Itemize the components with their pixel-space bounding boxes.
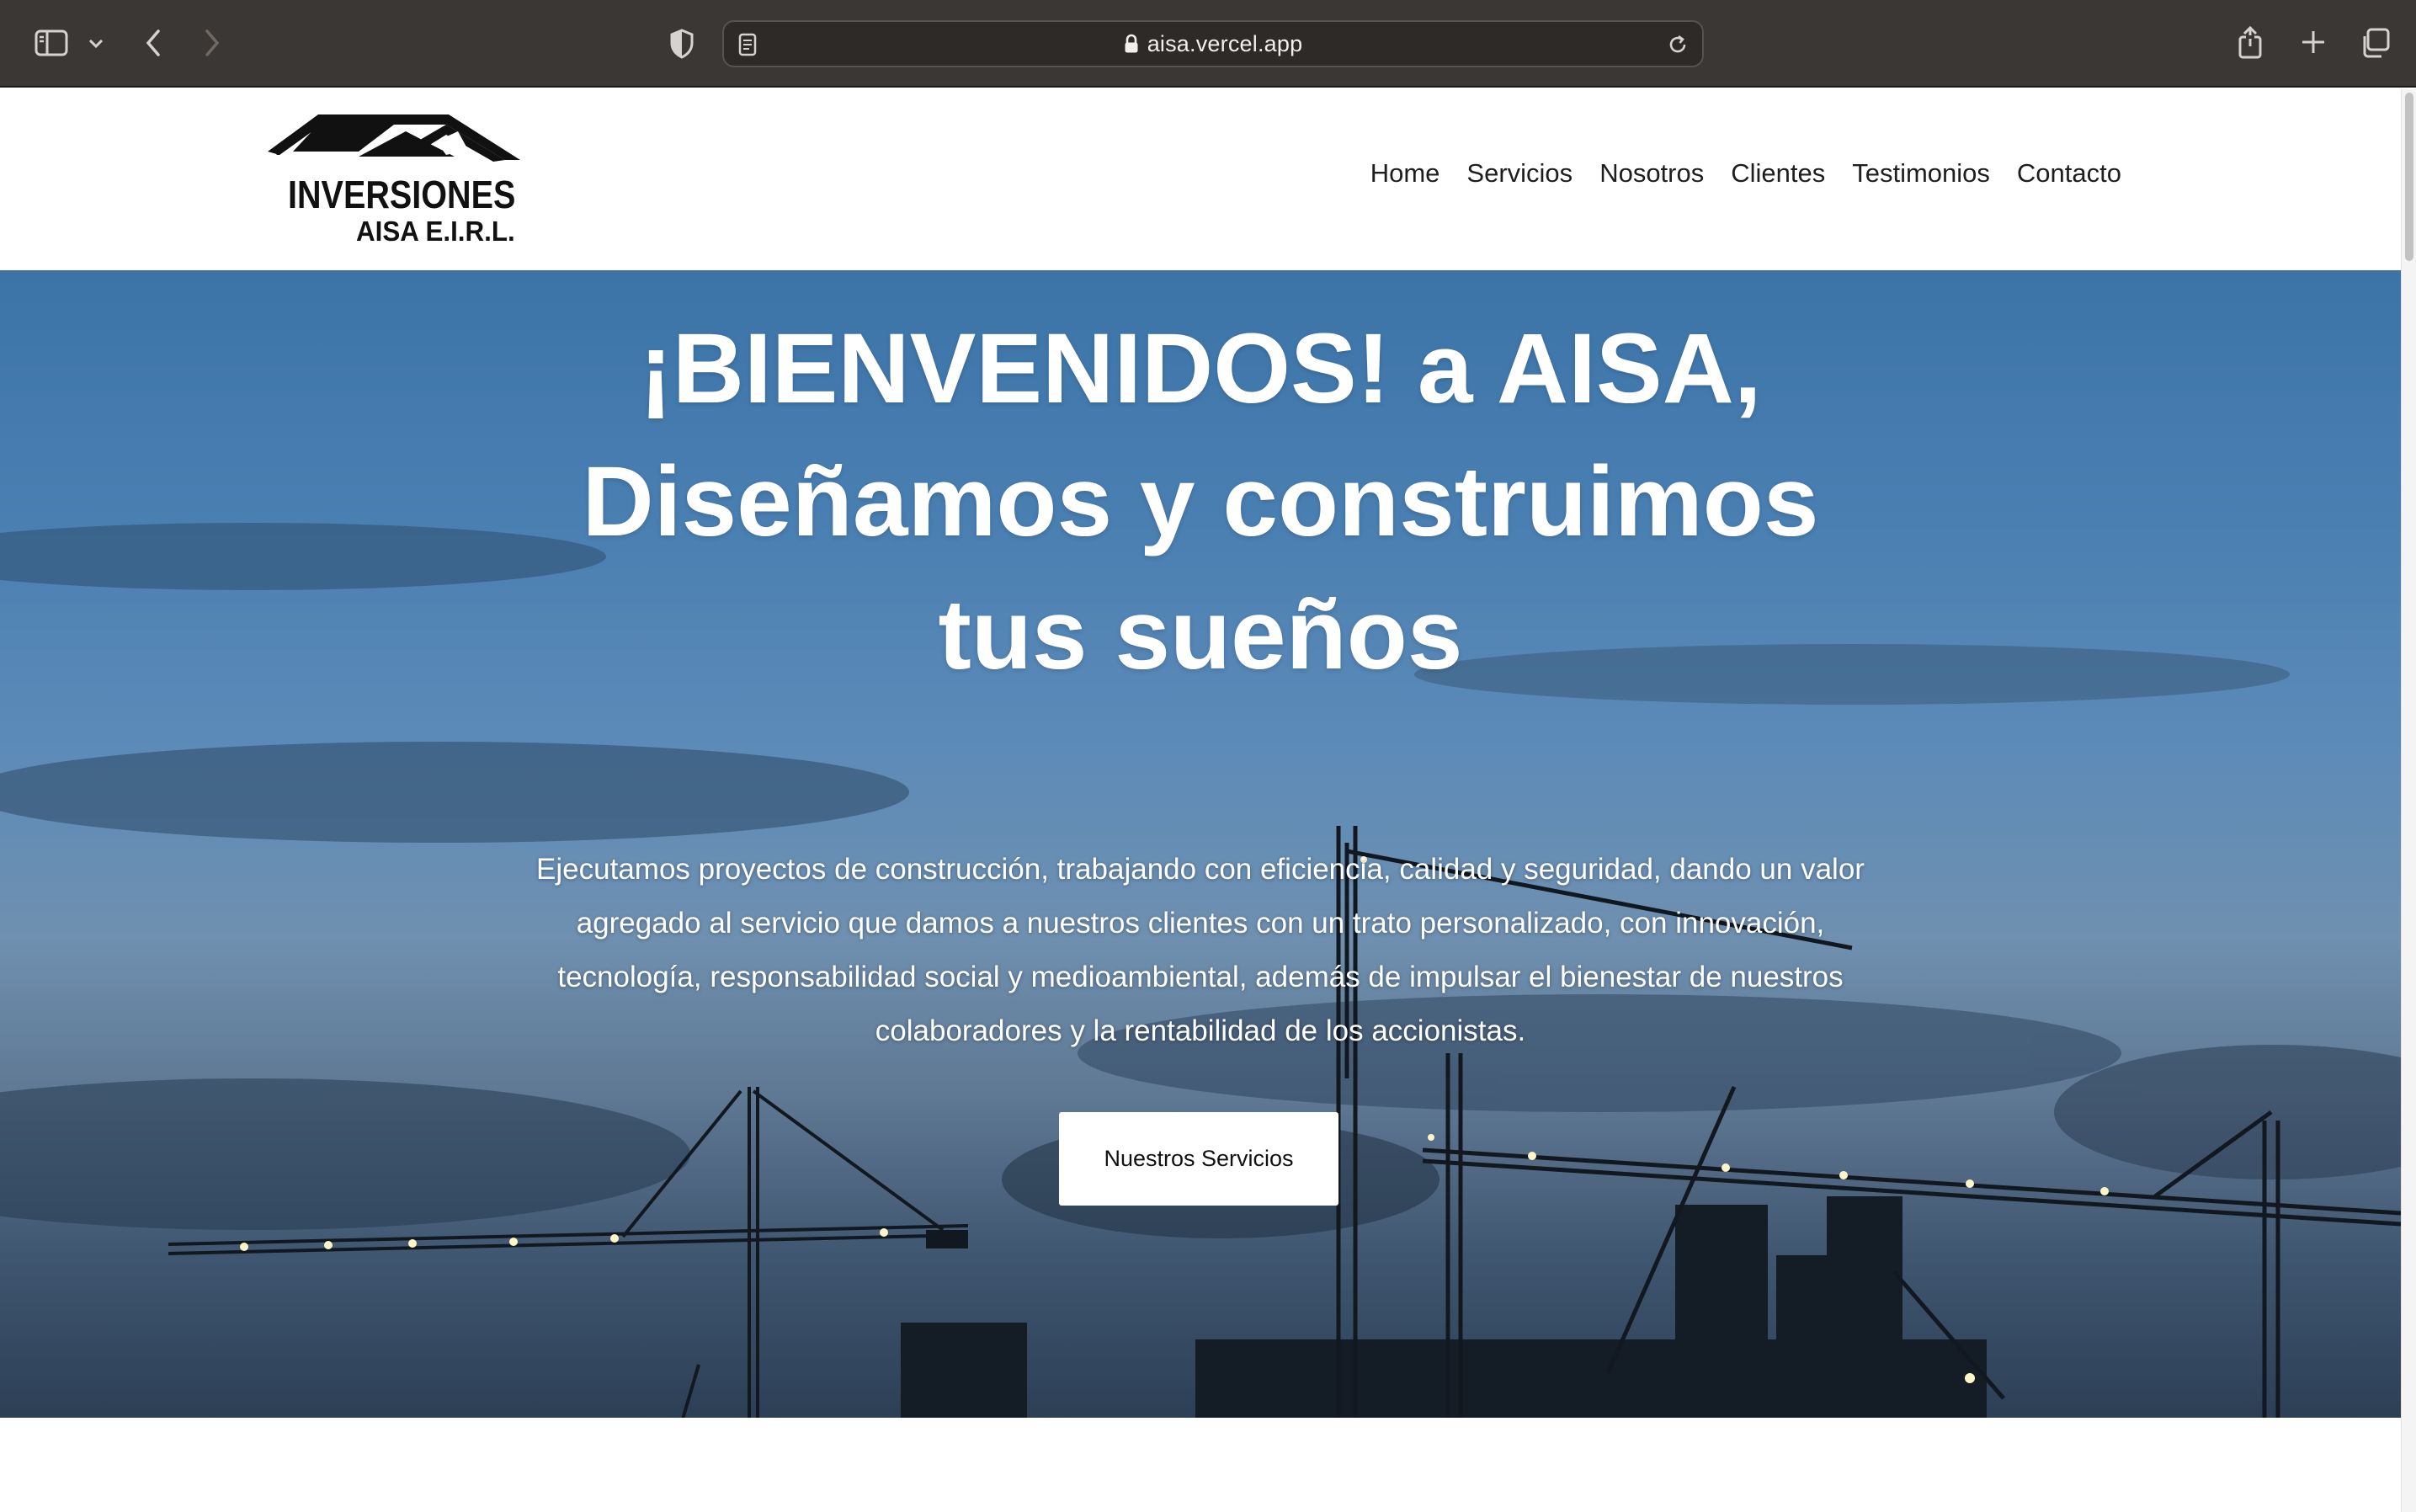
nav-home[interactable]: Home	[1370, 158, 1440, 189]
nuestros-servicios-button[interactable]: Nuestros Servicios	[1059, 1112, 1338, 1206]
nav-servicios[interactable]: Servicios	[1466, 158, 1573, 189]
tabs-overview-icon[interactable]	[2357, 25, 2392, 61]
forward-icon[interactable]	[195, 24, 229, 62]
url-text: aisa.vercel.app	[1147, 30, 1303, 56]
nav-nosotros[interactable]: Nosotros	[1599, 158, 1704, 189]
nav-contacto[interactable]: Contacto	[2017, 158, 2121, 189]
back-icon[interactable]	[136, 24, 170, 62]
logo-line-2: AISA E.I.R.L.	[356, 216, 515, 247]
hero-description: Ejecutamos proyectos de construcción, tr…	[536, 853, 1865, 1047]
web-page: INVERSIONES AISA E.I.R.L. Home Servicios…	[0, 89, 2401, 1512]
shield-icon[interactable]	[663, 25, 700, 62]
company-logo[interactable]: INVERSIONES AISA E.I.R.L.	[268, 108, 520, 251]
browser-toolbar: aisa.vercel.app	[0, 0, 2416, 88]
nav-clientes[interactable]: Clientes	[1731, 158, 1825, 189]
hero-title-line-1: ¡BIENVENIDOS! a AISA,	[639, 313, 1762, 424]
new-tab-icon[interactable]	[2296, 25, 2330, 59]
share-icon[interactable]	[2234, 22, 2266, 62]
logo-line-1: INVERSIONES	[288, 173, 516, 216]
main-nav: Home Servicios Nosotros Clientes Testimo…	[1370, 158, 2121, 189]
hero-content: ¡BIENVENIDOS! a AISA, Diseñamos y constr…	[0, 270, 2401, 1418]
reload-icon[interactable]	[1665, 32, 1690, 57]
page-scrollbar[interactable]	[2401, 89, 2416, 1512]
sidebar-icon[interactable]	[32, 25, 71, 61]
hero-section: ¡BIENVENIDOS! a AISA, Diseñamos y constr…	[0, 270, 2401, 1418]
address-bar[interactable]: aisa.vercel.app	[722, 20, 1704, 67]
chevron-down-icon[interactable]	[84, 32, 108, 56]
nav-testimonios[interactable]: Testimonios	[1852, 158, 1990, 189]
lock-icon	[1124, 34, 1139, 54]
hero-title: ¡BIENVENIDOS! a AISA, Diseñamos y constr…	[505, 302, 1896, 701]
hero-title-line-3: tus sueños	[938, 579, 1463, 690]
site-header: INVERSIONES AISA E.I.R.L. Home Servicios…	[0, 89, 2401, 270]
url-display: aisa.vercel.app	[724, 22, 1702, 66]
hero-title-line-2: Diseñamos y construimos	[582, 446, 1819, 557]
scrollbar-thumb[interactable]	[2405, 93, 2413, 261]
